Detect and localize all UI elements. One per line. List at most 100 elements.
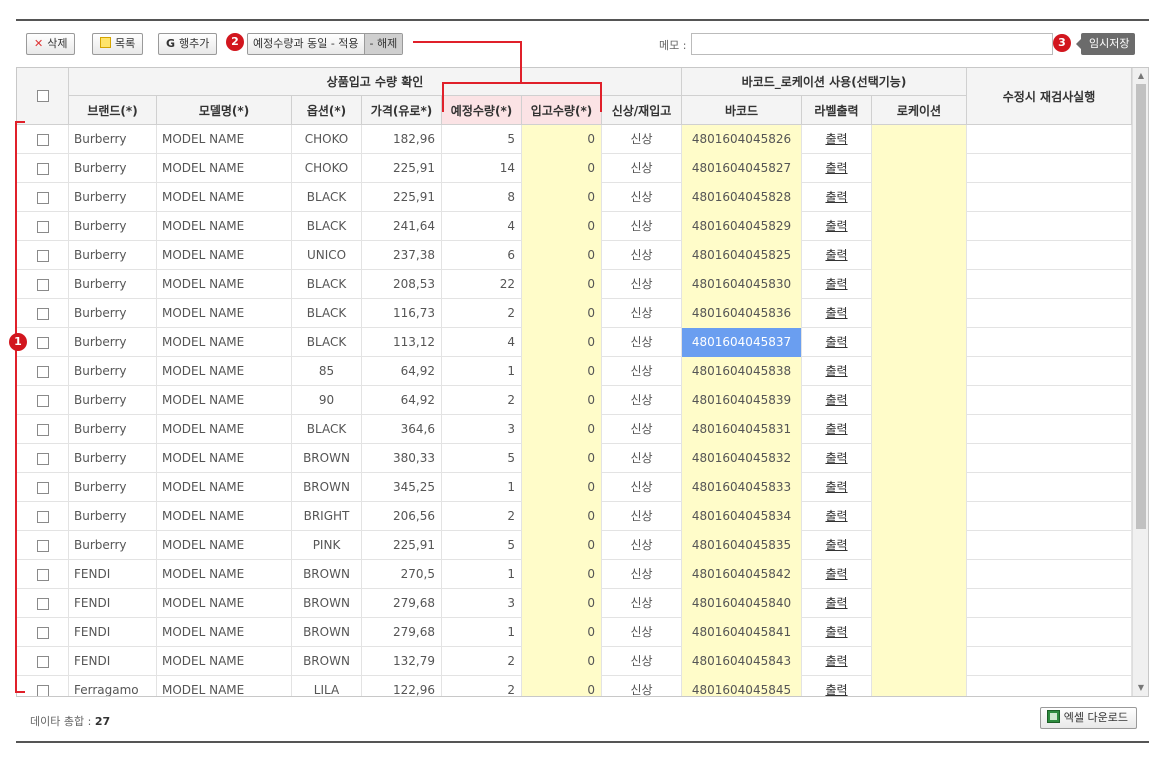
cell-received-qty[interactable]: 0 <box>522 357 602 386</box>
cell-location[interactable] <box>872 270 967 299</box>
cell-barcode[interactable]: 4801604045828 <box>682 183 802 212</box>
cell-received-qty[interactable]: 0 <box>522 125 602 154</box>
table-row[interactable]: Burberry MODEL NAME BLACK 113,12 4 0 신상 4801604… <box>17 328 1132 357</box>
row-checkbox[interactable] <box>36 626 49 639</box>
print-link[interactable]: 출력 <box>802 299 872 328</box>
cell-barcode[interactable]: 4801604045834 <box>682 502 802 531</box>
cell-location[interactable] <box>872 357 967 386</box>
print-link[interactable]: 출력 <box>802 212 872 241</box>
row-checkbox[interactable] <box>36 365 49 378</box>
delete-button[interactable]: ✕ 삭제 <box>26 33 76 55</box>
print-link[interactable]: 출력 <box>802 357 872 386</box>
cell-received-qty[interactable]: 0 <box>522 531 602 560</box>
row-checkbox[interactable] <box>36 336 49 349</box>
cell-barcode[interactable]: 4801604045826 <box>682 125 802 154</box>
cell-barcode[interactable]: 4801604045841 <box>682 618 802 647</box>
cell-barcode[interactable]: 4801604045830 <box>682 270 802 299</box>
print-link[interactable]: 출력 <box>802 560 872 589</box>
row-checkbox[interactable] <box>36 684 49 696</box>
table-row[interactable]: FENDI MODEL NAME BROWN 279,68 1 0 신상 4801604045… <box>17 618 1132 647</box>
header-model[interactable]: 모델명(*) <box>157 96 292 125</box>
list-button[interactable]: 목록 <box>92 33 144 55</box>
table-row[interactable]: FENDI MODEL NAME BROWN 270,5 1 0 신상 48016040458… <box>17 560 1132 589</box>
cell-barcode[interactable]: 4801604045833 <box>682 473 802 502</box>
add-row-button[interactable]: G 행추가 <box>158 33 218 55</box>
cell-received-qty[interactable]: 0 <box>522 241 602 270</box>
cell-location[interactable] <box>872 531 967 560</box>
header-label-print[interactable]: 라벨출력 <box>802 96 872 125</box>
row-checkbox[interactable] <box>36 655 49 668</box>
cell-location[interactable] <box>872 154 967 183</box>
cell-location[interactable] <box>872 444 967 473</box>
cell-received-qty[interactable]: 0 <box>522 183 602 212</box>
table-row[interactable]: Burberry MODEL NAME BROWN 380,33 5 0 신상 4801604… <box>17 444 1132 473</box>
table-row[interactable]: Ferragamo MODEL NAME LILA 122,96 2 0 신상 4801604… <box>17 676 1132 696</box>
cell-location[interactable] <box>872 502 967 531</box>
print-link[interactable]: 출력 <box>802 589 872 618</box>
cell-barcode[interactable]: 4801604045842 <box>682 560 802 589</box>
cell-received-qty[interactable]: 0 <box>522 647 602 676</box>
cell-location[interactable] <box>872 560 967 589</box>
table-row[interactable]: Burberry MODEL NAME CHOKO 182,96 5 0 신상 4801604… <box>17 125 1132 154</box>
cell-received-qty[interactable]: 0 <box>522 386 602 415</box>
row-checkbox[interactable] <box>36 133 49 146</box>
print-link[interactable]: 출력 <box>802 183 872 212</box>
cell-barcode[interactable]: 4801604045829 <box>682 212 802 241</box>
table-row[interactable]: Burberry MODEL NAME 85 64,92 1 0 신상 48016040458… <box>17 357 1132 386</box>
header-location[interactable]: 로케이션 <box>872 96 967 125</box>
select-all-checkbox[interactable] <box>36 90 49 102</box>
header-option[interactable]: 옵션(*) <box>292 96 362 125</box>
cell-location[interactable] <box>872 328 967 357</box>
cell-barcode[interactable]: 4801604045845 <box>682 676 802 696</box>
cell-received-qty[interactable]: 0 <box>522 502 602 531</box>
row-checkbox[interactable] <box>36 481 49 494</box>
table-row[interactable]: Burberry MODEL NAME BLACK 241,64 4 0 신상 4801604… <box>17 212 1132 241</box>
scroll-down-icon[interactable]: ▼ <box>1133 680 1148 696</box>
cell-received-qty[interactable]: 0 <box>522 212 602 241</box>
row-checkbox[interactable] <box>36 307 49 320</box>
cell-location[interactable] <box>872 241 967 270</box>
cell-barcode[interactable]: 4801604045825 <box>682 241 802 270</box>
header-price[interactable]: 가격(유로*) <box>362 96 442 125</box>
table-row[interactable]: FENDI MODEL NAME BROWN 132,79 2 0 신상 4801604045… <box>17 647 1132 676</box>
row-checkbox[interactable] <box>36 510 49 523</box>
cell-barcode[interactable]: 4801604045831 <box>682 415 802 444</box>
scroll-up-icon[interactable]: ▲ <box>1133 68 1148 84</box>
apply-button[interactable]: 예정수량과 동일 - 적용 <box>248 34 364 54</box>
cell-location[interactable] <box>872 415 967 444</box>
print-link[interactable]: 출력 <box>802 531 872 560</box>
cell-barcode[interactable]: 4801604045840 <box>682 589 802 618</box>
cell-barcode[interactable]: 4801604045839 <box>682 386 802 415</box>
print-link[interactable]: 출력 <box>802 386 872 415</box>
header-received-qty[interactable]: 입고수량(*) <box>522 96 602 125</box>
cell-barcode[interactable]: 4801604045835 <box>682 531 802 560</box>
cell-received-qty[interactable]: 0 <box>522 299 602 328</box>
print-link[interactable]: 출력 <box>802 328 872 357</box>
print-link[interactable]: 출력 <box>802 444 872 473</box>
temp-save-button[interactable]: 임시저장 <box>1075 33 1136 55</box>
cell-barcode[interactable]: 4801604045843 <box>682 647 802 676</box>
table-row[interactable]: Burberry MODEL NAME BLACK 364,6 3 0 신상 48016040… <box>17 415 1132 444</box>
table-row[interactable]: Burberry MODEL NAME PINK 225,91 5 0 신상 48016040… <box>17 531 1132 560</box>
cell-location[interactable] <box>872 386 967 415</box>
print-link[interactable]: 출력 <box>802 502 872 531</box>
table-row[interactable]: Burberry MODEL NAME BLACK 116,73 2 0 신상 4801604… <box>17 299 1132 328</box>
cell-received-qty[interactable]: 0 <box>522 328 602 357</box>
cell-received-qty[interactable]: 0 <box>522 676 602 696</box>
row-checkbox[interactable] <box>36 597 49 610</box>
table-row[interactable]: Burberry MODEL NAME BROWN 345,25 1 0 신상 4801604… <box>17 473 1132 502</box>
cell-barcode[interactable]: 4801604045836 <box>682 299 802 328</box>
cell-received-qty[interactable]: 0 <box>522 618 602 647</box>
row-checkbox[interactable] <box>36 220 49 233</box>
cell-received-qty[interactable]: 0 <box>522 589 602 618</box>
row-checkbox[interactable] <box>36 191 49 204</box>
cell-received-qty[interactable]: 0 <box>522 444 602 473</box>
cell-received-qty[interactable]: 0 <box>522 415 602 444</box>
print-link[interactable]: 출력 <box>802 241 872 270</box>
table-row[interactable]: Burberry MODEL NAME BLACK 208,53 22 0 신상 480160… <box>17 270 1132 299</box>
row-checkbox[interactable] <box>36 568 49 581</box>
cell-location[interactable] <box>872 618 967 647</box>
cell-barcode[interactable]: 4801604045827 <box>682 154 802 183</box>
header-planned-qty[interactable]: 예정수량(*) <box>442 96 522 125</box>
table-row[interactable]: Burberry MODEL NAME BRIGHT 206,56 2 0 신상 480160… <box>17 502 1132 531</box>
